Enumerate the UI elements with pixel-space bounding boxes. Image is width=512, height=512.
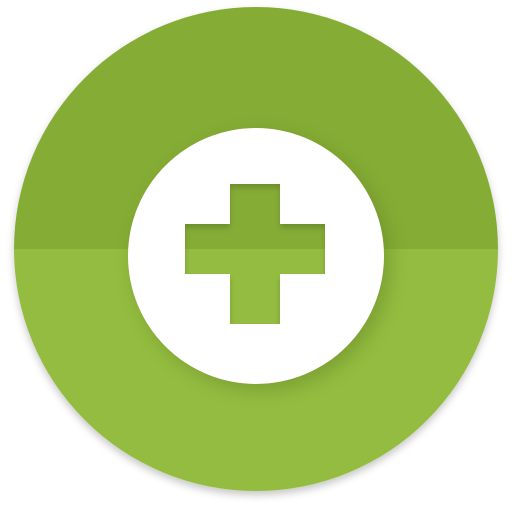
app-icon xyxy=(14,7,498,491)
app-icon-canvas xyxy=(0,0,512,512)
